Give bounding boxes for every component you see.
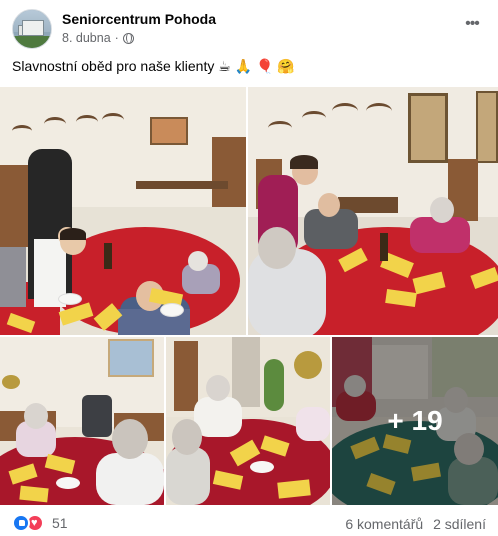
post-header: Seniorcentrum Pohoda 8. dubna · •••	[12, 8, 486, 50]
facebook-post: Seniorcentrum Pohoda 8. dubna · ••• Slav…	[0, 0, 498, 536]
meta-separator: ·	[114, 31, 119, 45]
page-name[interactable]: Seniorcentrum Pohoda	[62, 11, 216, 27]
post-date[interactable]: 8. dubna	[62, 31, 111, 45]
photo-1[interactable]	[0, 87, 246, 335]
globe-icon	[122, 32, 134, 44]
page-avatar[interactable]	[12, 9, 52, 49]
comments-count[interactable]: 6 komentářů	[345, 516, 423, 532]
post-caption: Slavnostní oběd pro naše klienty ☕ 🙏 🎈 🤗	[12, 58, 295, 74]
more-options-icon[interactable]: •••	[462, 14, 482, 34]
more-photos-overlay[interactable]: + 19	[332, 337, 498, 505]
post-meta: 8. dubna ·	[62, 31, 134, 45]
shares-count[interactable]: 2 sdílení	[433, 516, 486, 532]
post-footer: 51 6 komentářů 2 sdílení	[12, 512, 486, 534]
more-photos-count: + 19	[387, 405, 443, 436]
reactions-summary[interactable]: 51	[12, 514, 68, 532]
like-icon	[12, 514, 30, 532]
photo-3[interactable]	[0, 337, 164, 505]
reaction-count: 51	[52, 515, 68, 531]
photo-2[interactable]	[248, 87, 498, 335]
post-stats: 6 komentářů 2 sdílení	[345, 516, 486, 532]
photo-4[interactable]	[166, 337, 330, 505]
photo-5-more[interactable]: + 19	[332, 337, 498, 505]
